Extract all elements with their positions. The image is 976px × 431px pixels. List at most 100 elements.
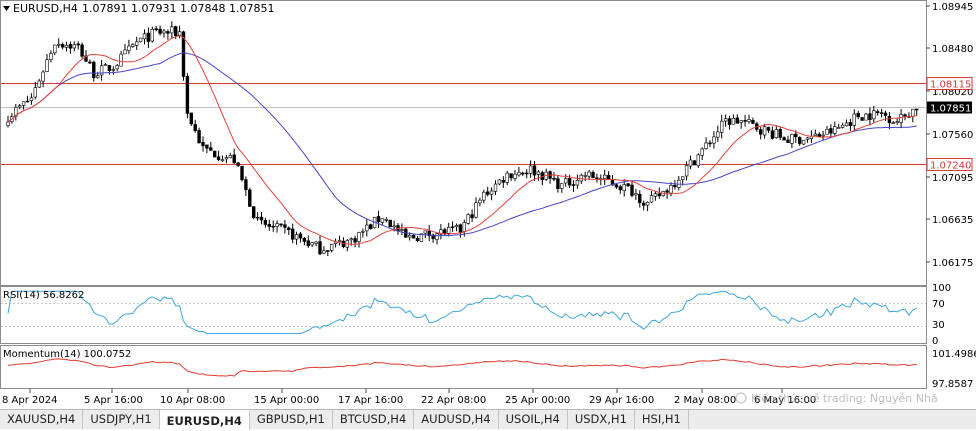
bear-candle: [485, 191, 490, 195]
bull-candle: [731, 118, 736, 125]
bull-candle: [762, 126, 767, 136]
bull-candle: [805, 137, 810, 140]
bear-candle: [735, 117, 740, 124]
price-axis-label: 1.08945: [932, 2, 973, 13]
bull-candle: [329, 244, 334, 251]
bull-candle: [462, 222, 466, 232]
time-axis-label: 17 Apr 16:00: [338, 395, 403, 406]
bear-candle: [267, 224, 271, 227]
bear-candle: [450, 226, 455, 228]
bull-candle: [497, 179, 502, 185]
bull-candle: [622, 184, 626, 191]
bull-candle: [29, 97, 34, 101]
bear-candle: [306, 240, 310, 246]
bull-candle: [719, 120, 724, 133]
bear-candle: [630, 184, 634, 196]
bull-candle: [517, 172, 521, 176]
bull-candle: [583, 175, 587, 177]
bull-candle: [119, 53, 123, 67]
bull-candle: [478, 199, 482, 204]
symbol-tab-usdjpy-h1[interactable]: USDJPY,H1: [83, 410, 160, 429]
time-axis-label: 8 Apr 2024: [2, 395, 57, 406]
bull-candle: [224, 157, 229, 160]
bull-candle: [337, 240, 342, 242]
bull-candle: [653, 193, 658, 197]
bear-candle: [638, 193, 642, 204]
bear-candle: [166, 31, 170, 34]
bear-candle: [509, 173, 513, 179]
bull-candle: [138, 37, 143, 43]
bull-candle: [723, 118, 728, 122]
symbol-tab-hsi-h1[interactable]: HSI,H1: [635, 410, 689, 429]
bull-candle: [513, 173, 517, 179]
symbol-tab-xauusd-h4[interactable]: XAUUSD,H4: [0, 410, 84, 429]
bear-candle: [318, 241, 322, 255]
main-chart-frame: [0, 0, 927, 286]
bear-candle: [290, 228, 295, 240]
bull-candle: [310, 242, 314, 246]
bull-candle: [435, 233, 439, 240]
bear-candle: [868, 113, 872, 120]
bear-candle: [692, 160, 697, 166]
bear-candle: [743, 120, 747, 122]
momentum-axis-label: 97.8587: [932, 379, 973, 390]
symbol-tab-usdx-h1[interactable]: USDX,H1: [568, 410, 635, 429]
symbol-tab-usoil-h4[interactable]: USOIL,H4: [499, 410, 568, 429]
bull-candle: [454, 225, 459, 227]
chart-symbol-title: EURUSD,H4: [13, 2, 78, 15]
chart-area[interactable]: EURUSD,H4 1.07891 1.07931 1.07848 1.0785…: [0, 0, 976, 409]
rsi-axis-label: 30: [932, 320, 945, 331]
bull-candle: [493, 183, 498, 192]
bull-candle: [357, 232, 361, 242]
bear-candle: [283, 224, 287, 228]
price-axis-label: 1.06175: [932, 258, 973, 269]
bear-candle: [887, 116, 892, 124]
bull-candle: [696, 154, 701, 166]
bear-candle: [606, 174, 611, 180]
bull-candle: [53, 44, 57, 54]
bull-candle: [801, 139, 806, 145]
bear-candle: [302, 237, 307, 242]
bear-candle: [368, 224, 373, 229]
bull-candle: [836, 127, 841, 129]
bear-candle: [197, 130, 201, 144]
symbol-tab-audusd-h4[interactable]: AUDUSD,H4: [414, 410, 499, 429]
rsi-title: RSI(14) 56.8262: [3, 290, 84, 301]
symbol-tab-btcusd-h4[interactable]: BTCUSD,H4: [333, 410, 415, 429]
bull-candle: [587, 171, 591, 177]
bear-candle: [848, 122, 853, 127]
bull-candle: [474, 202, 478, 218]
bull-candle: [833, 126, 837, 134]
bear-candle: [158, 28, 162, 34]
bull-candle: [228, 155, 232, 159]
bull-candle: [150, 29, 154, 42]
time-axis-label: 5 Apr 16:00: [84, 395, 143, 406]
momentum-axis-label: 101.4986: [932, 349, 976, 360]
bear-candle: [154, 28, 158, 31]
rsi-axis-label: 100: [932, 283, 951, 294]
symbol-menu-triangle-icon[interactable]: [3, 6, 10, 11]
bear-candle: [856, 112, 860, 118]
time-axis-label: 10 Apr 08:00: [160, 395, 225, 406]
symbol-tab-bar: XAUUSD,H4 USDJPY,H1 EURUSD,H4 GBPUSD,H1 BTCU…: [0, 409, 976, 430]
bull-candle: [680, 176, 685, 180]
bull-candle: [844, 122, 849, 127]
bear-candle: [786, 139, 790, 143]
symbol-tab-gbpusd-h1[interactable]: GBPUSD,H1: [250, 410, 333, 429]
bull-candle: [821, 134, 825, 137]
bear-candle: [189, 112, 193, 125]
bull-candle: [899, 114, 903, 123]
bear-candle: [205, 144, 209, 149]
time-axis[interactable]: 8 Apr 2024 5 Apr 16:00 10 Apr 08:00 15 Apr …: [2, 389, 816, 406]
bear-candle: [879, 112, 884, 114]
bear-candle: [60, 44, 65, 48]
symbol-tab-eurusd-h4[interactable]: EURUSD,H4: [159, 410, 250, 430]
bull-candle: [45, 59, 49, 72]
bear-candle: [778, 129, 782, 138]
bull-candle: [813, 133, 818, 136]
time-axis-label: 25 Apr 00:00: [505, 395, 570, 406]
bull-candle: [840, 124, 845, 128]
price-axis[interactable]: 1.089451.084801.080201.075601.070951.066…: [926, 2, 973, 269]
bear-candle: [751, 119, 755, 124]
bear-candle: [614, 184, 619, 188]
